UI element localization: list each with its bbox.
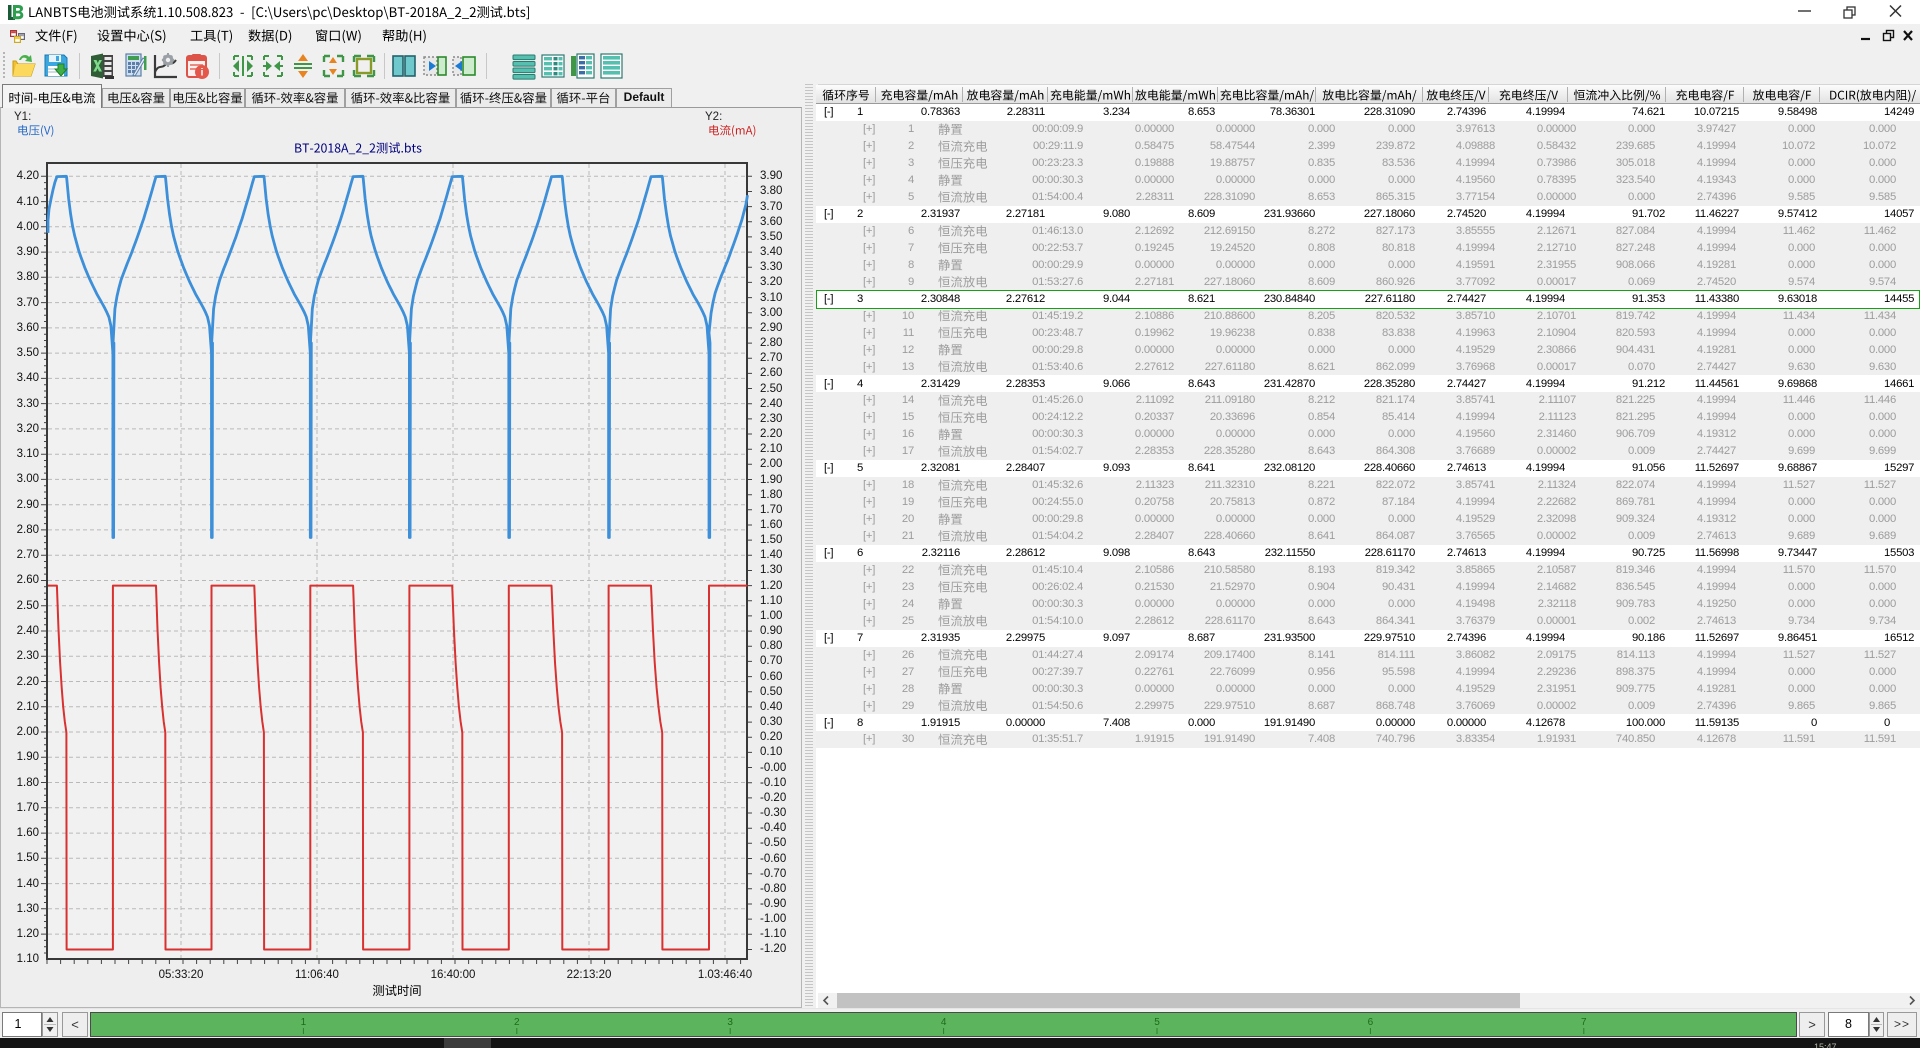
svg-text:4: 4 <box>941 1017 947 1028</box>
svg-text:3: 3 <box>727 1017 733 1028</box>
svg-text:7: 7 <box>1581 1017 1587 1028</box>
svg-text:2: 2 <box>514 1017 520 1028</box>
svg-text:1: 1 <box>301 1017 307 1028</box>
svg-text:6: 6 <box>1368 1017 1374 1028</box>
svg-text:5: 5 <box>1154 1017 1160 1028</box>
